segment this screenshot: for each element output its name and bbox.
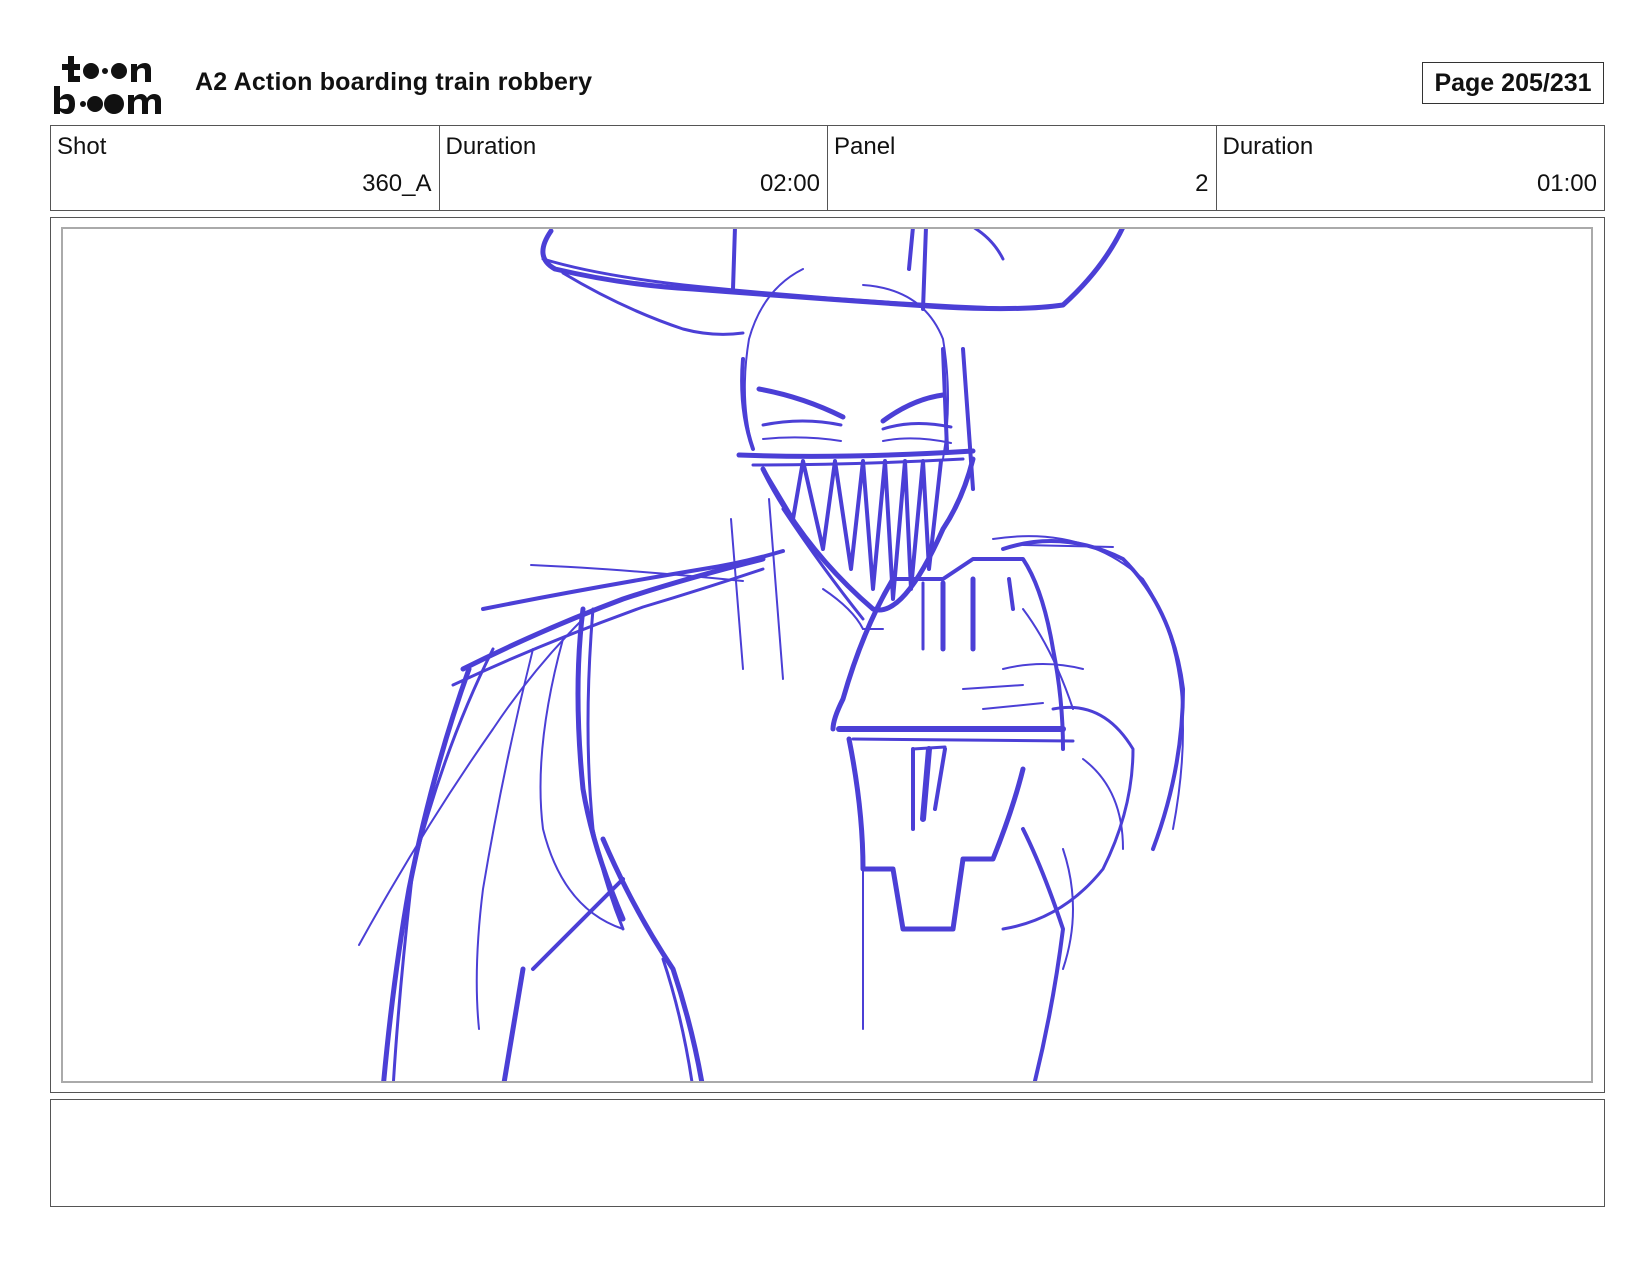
neck-stroke <box>730 518 744 670</box>
hand-stroke <box>992 535 1184 830</box>
toon-boom-logo <box>54 54 170 116</box>
shot-duration-label: Duration <box>445 133 537 160</box>
panel-sketch <box>358 229 1185 1081</box>
page-label: Page <box>1434 68 1495 97</box>
neck-stroke <box>768 498 784 680</box>
panel-duration-label: Duration <box>1222 133 1314 160</box>
shot-label: Shot <box>57 133 107 160</box>
gun-stroke <box>846 736 1026 932</box>
panel-duration-cell: Duration 01:00 <box>1217 126 1605 210</box>
hat-crown-stroke <box>731 229 737 291</box>
gun-stroke <box>982 702 1044 710</box>
gun-stroke <box>920 746 932 822</box>
storyboard-panel <box>50 217 1605 1093</box>
eye-stroke <box>761 419 843 427</box>
shoulder-stroke <box>460 556 766 672</box>
hat-crown-stroke <box>973 229 1005 261</box>
hand-stroke <box>1022 544 1114 548</box>
gun-stroke <box>891 557 1065 751</box>
shot-cell: Shot 360_A <box>51 126 440 210</box>
eye-stroke <box>762 436 842 442</box>
gun-stroke <box>962 684 1024 690</box>
hat-crown-stroke <box>907 229 915 271</box>
hand-stroke <box>1007 577 1015 611</box>
mouth-stroke <box>736 448 976 459</box>
logo-mark <box>54 56 161 114</box>
eye-stroke <box>881 421 953 431</box>
panel-label: Panel <box>834 133 896 160</box>
page-indicator: Page 205/231 <box>1422 62 1604 104</box>
brow-stroke <box>880 392 946 424</box>
brow-stroke <box>756 386 846 420</box>
panel-safe-area <box>61 227 1593 1083</box>
panel-value: 2 <box>1195 170 1209 197</box>
gun-stroke <box>933 747 947 811</box>
hat-brim-stroke <box>540 229 1125 312</box>
hand-stroke <box>1062 848 1074 970</box>
lapel-stroke <box>501 966 526 1081</box>
shot-duration-value: 02:00 <box>759 170 820 197</box>
hand-stroke <box>1002 663 1084 670</box>
panel-cell: Panel 2 <box>828 126 1217 210</box>
hand-stroke <box>1021 827 1065 1081</box>
face-stroke <box>740 357 755 451</box>
panel-duration-value: 01:00 <box>1536 170 1597 197</box>
lapel-stroke <box>586 607 625 931</box>
hat-crown-stroke <box>921 229 928 311</box>
gun-stroke <box>911 745 947 751</box>
panel-caption-box[interactable] <box>50 1099 1605 1207</box>
page-number: 205/231 <box>1501 68 1592 97</box>
shot-duration-cell: Duration 02:00 <box>440 126 828 210</box>
gun-stroke <box>851 737 1075 743</box>
shot-value: 360_A <box>362 170 432 197</box>
lapel-stroke <box>600 836 705 1081</box>
mouth-stroke <box>751 457 965 467</box>
head-stroke <box>862 284 949 460</box>
hand-stroke <box>1001 539 1185 851</box>
shot-info-table: Shot 360_A Duration 02:00 Panel 2 Durati… <box>50 125 1605 211</box>
document-title: A2 Action boarding train robbery <box>195 68 593 96</box>
eye-stroke <box>882 437 952 444</box>
